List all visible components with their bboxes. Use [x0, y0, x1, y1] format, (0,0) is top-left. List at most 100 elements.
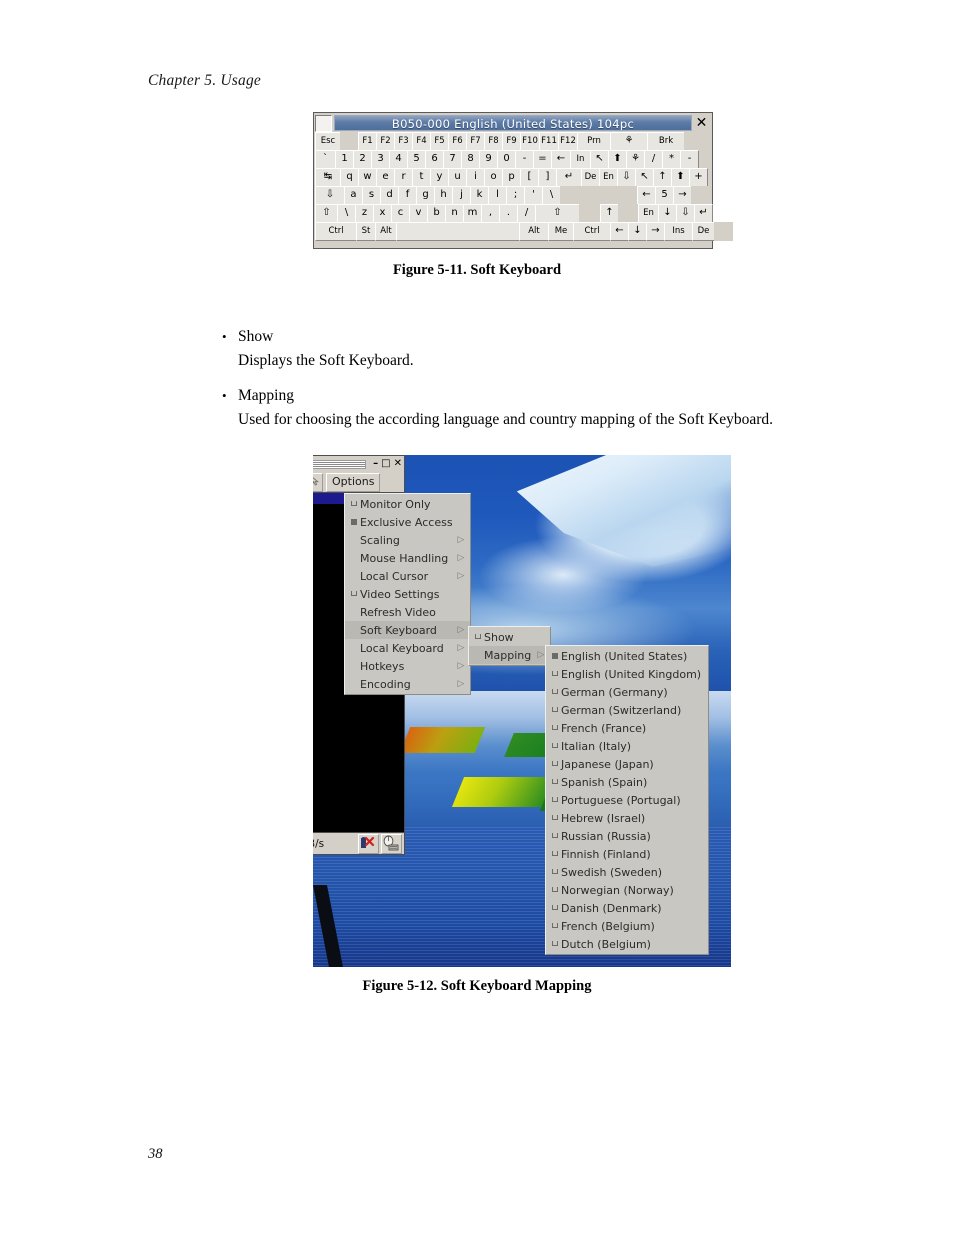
vnc-client-window[interactable]: – □ ✕ c Options: [313, 455, 405, 493]
menu-item-local-keyboard[interactable]: Local Keyboard ▷: [345, 639, 470, 657]
mapping-item-italian-italy[interactable]: Italian (Italy): [546, 737, 708, 755]
key-a-3-1[interactable]: a: [344, 186, 363, 205]
mapping-item-spanish-spain[interactable]: Spanish (Spain): [546, 773, 708, 791]
key-esc-0-0[interactable]: Esc: [315, 132, 341, 151]
pointer-icon[interactable]: [313, 472, 323, 492]
key-blank-4-11[interactable]: /: [517, 204, 536, 223]
key-d-3-3[interactable]: d: [380, 186, 399, 205]
key-q-2-1[interactable]: q: [340, 168, 359, 187]
key-blank-5-9[interactable]: →: [646, 222, 665, 241]
key-blank-4-1[interactable]: \: [337, 204, 356, 223]
mouse-keyboard-icon[interactable]: [381, 833, 402, 854]
key-blank-1-17[interactable]: ⚘: [626, 150, 645, 169]
key-blank-5-8[interactable]: ↓: [628, 222, 647, 241]
key-blank-1-20[interactable]: -: [680, 150, 699, 169]
key-blank-2-20[interactable]: +: [689, 168, 708, 187]
key-me-5-5[interactable]: Me: [548, 222, 574, 241]
key-ctrl-5-0[interactable]: Ctrl: [315, 222, 357, 241]
close-icon[interactable]: ✕: [394, 458, 402, 470]
key-blank-1-12[interactable]: =: [533, 150, 552, 169]
key-blank-3-11[interactable]: ': [524, 186, 543, 205]
mapping-item-english-united-states[interactable]: English (United States): [546, 647, 708, 665]
menu-item-exclusive-access[interactable]: Exclusive Access: [345, 513, 470, 531]
key-f8-0-9[interactable]: F8: [484, 132, 503, 151]
key-6-1-6[interactable]: 6: [425, 150, 444, 169]
soft-keyboard-titlebar[interactable]: B050-000 English (United States) 104pc ✕: [314, 113, 712, 132]
key-de-2-14[interactable]: De: [581, 168, 600, 187]
options-button[interactable]: Options: [326, 472, 381, 492]
menu-item-encoding[interactable]: Encoding ▷: [345, 675, 470, 693]
key-blank-2-17[interactable]: ↖: [635, 168, 654, 187]
key-f10-0-11[interactable]: F10: [520, 132, 540, 151]
key-u-2-7[interactable]: u: [448, 168, 467, 187]
key-n-4-7[interactable]: n: [445, 204, 464, 223]
vnc-titlebar[interactable]: – □ ✕: [313, 455, 405, 472]
key-prn-0-14[interactable]: Prn: [577, 132, 611, 151]
submenu-item-mapping[interactable]: Mapping ▷: [469, 646, 550, 664]
key-blank-1-0[interactable]: `: [315, 150, 336, 169]
key-x-4-3[interactable]: x: [373, 204, 392, 223]
key-blank-0-15[interactable]: ⚘: [610, 132, 648, 151]
system-menu-icon[interactable]: [315, 114, 332, 132]
key-9-1-9[interactable]: 9: [479, 150, 498, 169]
key-5-1-5[interactable]: 5: [407, 150, 426, 169]
key-blank-4-17[interactable]: ↓: [658, 204, 677, 223]
key-blank-2-12[interactable]: ]: [538, 168, 557, 187]
key-blank-4-12[interactable]: ⇧: [535, 204, 580, 223]
key-2-1-2[interactable]: 2: [353, 150, 372, 169]
key-3-1-3[interactable]: 3: [371, 150, 390, 169]
vnc-toolbar[interactable]: c Options: [313, 472, 405, 493]
minimize-icon[interactable]: –: [373, 458, 378, 470]
mapping-item-norwegian-norway[interactable]: Norwegian (Norway): [546, 881, 708, 899]
mapping-submenu[interactable]: English (United States) English (United K…: [545, 645, 709, 955]
key-blank-4-0[interactable]: ⇧: [315, 204, 338, 223]
key-blank-1-18[interactable]: /: [644, 150, 663, 169]
mapping-item-russian-russia[interactable]: Russian (Russia): [546, 827, 708, 845]
key-z-4-2[interactable]: z: [355, 204, 374, 223]
key-f1-0-2[interactable]: F1: [358, 132, 377, 151]
key-8-1-8[interactable]: 8: [461, 150, 480, 169]
close-icon[interactable]: ✕: [692, 115, 711, 132]
key-1-1-1[interactable]: 1: [335, 150, 354, 169]
key-5-3-16[interactable]: 5: [655, 186, 674, 205]
key-7-1-7[interactable]: 7: [443, 150, 462, 169]
mapping-item-swedish-sweden[interactable]: Swedish (Sweden): [546, 863, 708, 881]
key-blank-4-10[interactable]: .: [499, 204, 518, 223]
key-blank-1-15[interactable]: ↖: [590, 150, 609, 169]
key-blank-1-16[interactable]: ⬆: [608, 150, 627, 169]
mapping-item-finnish-finland[interactable]: Finnish (Finland): [546, 845, 708, 863]
key-blank-3-12[interactable]: \: [542, 186, 561, 205]
key-alt-5-4[interactable]: Alt: [519, 222, 549, 241]
menu-item-hotkeys[interactable]: Hotkeys ▷: [345, 657, 470, 675]
key-k-3-8[interactable]: k: [470, 186, 489, 205]
key-blank-3-15[interactable]: ←: [637, 186, 656, 205]
key-l-3-9[interactable]: l: [488, 186, 507, 205]
key-y-2-6[interactable]: y: [430, 168, 449, 187]
key-c-4-4[interactable]: c: [391, 204, 410, 223]
key-blank-5-7[interactable]: ←: [610, 222, 629, 241]
key-m-4-8[interactable]: m: [463, 204, 482, 223]
key-b-4-6[interactable]: b: [427, 204, 446, 223]
key-t-2-5[interactable]: t: [412, 168, 431, 187]
key-blank-3-17[interactable]: →: [673, 186, 692, 205]
key-f5-0-6[interactable]: F5: [430, 132, 449, 151]
key-p-2-10[interactable]: p: [502, 168, 521, 187]
mapping-item-french-belgium[interactable]: French (Belgium): [546, 917, 708, 935]
key-blank-2-0[interactable]: ↹: [315, 168, 341, 187]
key-blank-3-10[interactable]: ;: [506, 186, 525, 205]
key-r-2-4[interactable]: r: [394, 168, 413, 187]
key-de-5-11[interactable]: De: [692, 222, 715, 241]
key-brk-0-16[interactable]: Brk: [647, 132, 685, 151]
mapping-item-danish-denmark[interactable]: Danish (Denmark): [546, 899, 708, 917]
key-blank-3-0[interactable]: ⇩: [315, 186, 345, 205]
key-o-2-9[interactable]: o: [484, 168, 503, 187]
key-s-3-2[interactable]: s: [362, 186, 381, 205]
key-alt-5-2[interactable]: Alt: [375, 222, 397, 241]
menu-item-monitor-only[interactable]: Monitor Only: [345, 495, 470, 513]
key-f7-0-8[interactable]: F7: [466, 132, 485, 151]
key-blank-2-11[interactable]: [: [520, 168, 539, 187]
key-e-2-3[interactable]: e: [376, 168, 395, 187]
menu-item-soft-keyboard[interactable]: Soft Keyboard ▷: [345, 621, 470, 639]
key-j-3-7[interactable]: j: [452, 186, 471, 205]
submenu-item-show[interactable]: Show: [469, 628, 550, 646]
